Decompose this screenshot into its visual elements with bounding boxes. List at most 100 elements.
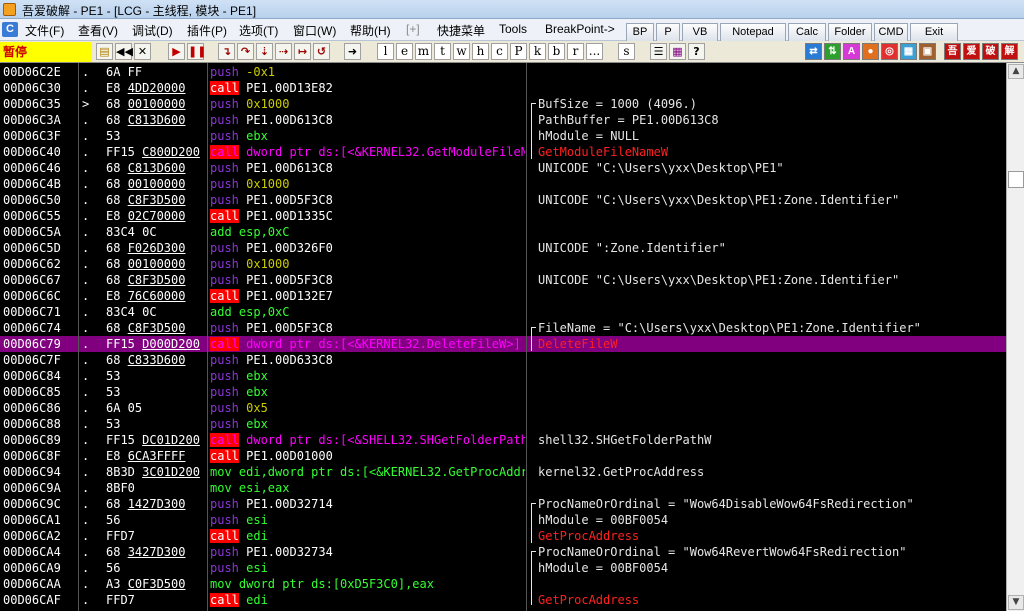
- plugin-vb-button[interactable]: VB: [682, 23, 718, 42]
- disasm-row[interactable]: 00D06C55. E8 02C70000 call PE1.00D1335C: [0, 208, 1006, 224]
- disasm-row[interactable]: 00D06C94. 8B3D 3C01D200 mov edi,dword ptr …: [0, 464, 1006, 480]
- memory-window-button[interactable]: m: [415, 43, 432, 60]
- threads-window-button[interactable]: t: [434, 43, 451, 60]
- target-icon[interactable]: ◎: [881, 43, 898, 60]
- plugin-cmd-button[interactable]: CMD: [874, 23, 908, 42]
- source-window-button[interactable]: s: [618, 43, 635, 60]
- disasm-row[interactable]: 00D06C5A. 83C4 0C add esp,0xC: [0, 224, 1006, 240]
- cpu-window-button[interactable]: c: [491, 43, 508, 60]
- patches-window-button[interactable]: P: [510, 43, 527, 60]
- plugin-bp-button[interactable]: BP: [626, 23, 654, 42]
- close-icon[interactable]: ✕: [134, 43, 151, 60]
- handles-window-button[interactable]: h: [472, 43, 489, 60]
- grid-icon[interactable]: ▦: [900, 43, 917, 60]
- menu-window[interactable]: 窗口(W): [293, 22, 336, 39]
- call-stack-window-button[interactable]: k: [529, 43, 546, 60]
- plugin-calc-button[interactable]: Calc: [788, 23, 826, 42]
- disasm-row[interactable]: 00D06C46. 68 C813D600 push PE1.00D613C8 UNI…: [0, 160, 1006, 176]
- disasm-row[interactable]: 00D06C40. FF15 C800D200 call dword ptr ds:…: [0, 144, 1006, 160]
- disasm-row[interactable]: 00D06C3A. 68 C813D600 push PE1.00D613C8 Pat…: [0, 112, 1006, 128]
- vertical-scrollbar[interactable]: ▲ ▼: [1006, 63, 1024, 611]
- refresh-icon[interactable]: ⇄: [805, 43, 822, 60]
- scroll-thumb[interactable]: [1008, 171, 1024, 188]
- help-icon[interactable]: ?: [688, 43, 705, 60]
- step-into-icon[interactable]: ↴: [218, 43, 235, 60]
- disasm-row[interactable]: 00D06C79. FF15 D000D200 call dword ptr ds:…: [0, 336, 1006, 352]
- step-over-icon[interactable]: ↷: [237, 43, 254, 60]
- disasm-row[interactable]: 00D06C6C. E8 76C60000 call PE1.00D132E7: [0, 288, 1006, 304]
- menu-view[interactable]: 查看(V): [78, 22, 118, 39]
- disasm-row[interactable]: 00D06C30. E8 4DD20000 call PE1.00D13E82: [0, 80, 1006, 96]
- disasm-row[interactable]: 00D06C5D. 68 F026D300 push PE1.00D326F0 UNI…: [0, 240, 1006, 256]
- menu-file[interactable]: 文件(F): [25, 22, 64, 39]
- sync-icon[interactable]: ⇅: [824, 43, 841, 60]
- logo-po-icon[interactable]: 破: [982, 43, 999, 60]
- execute-till-return-icon[interactable]: ↦: [294, 43, 311, 60]
- disasm-row[interactable]: 00D06CA4. 68 3427D300 push PE1.00D32734 Pro…: [0, 544, 1006, 560]
- windows-window-button[interactable]: w: [453, 43, 470, 60]
- disasm-row[interactable]: 00D06C85. 53 push ebx: [0, 384, 1006, 400]
- disasm-row[interactable]: 00D06C84. 53 push ebx: [0, 368, 1006, 384]
- hex-icon[interactable]: ▣: [919, 43, 936, 60]
- animate-icon[interactable]: ↺: [313, 43, 330, 60]
- menu-shortcuts[interactable]: 快捷菜单: [437, 22, 485, 39]
- plugin-exit-button[interactable]: Exit: [910, 23, 958, 42]
- trace-into-icon[interactable]: ⇣: [256, 43, 273, 60]
- modules-window-button[interactable]: e: [396, 43, 413, 60]
- menu-help[interactable]: 帮助(H): [350, 22, 391, 39]
- menu-options[interactable]: 选项(T): [239, 22, 278, 39]
- trace-over-icon[interactable]: ⇢: [275, 43, 292, 60]
- record-icon[interactable]: ●: [862, 43, 879, 60]
- disasm-row[interactable]: 00D06C50. 68 C8F3D500 push PE1.00D5F3C8 UNI…: [0, 192, 1006, 208]
- disasm-row[interactable]: 00D06CAF. FFD7 call edi GetProcAddress: [0, 592, 1006, 608]
- disasm-row[interactable]: 00D06C9C. 68 1427D300 push PE1.00D32714 Pro…: [0, 496, 1006, 512]
- disasm-row[interactable]: 00D06C2E. 6A FF push -0x1: [0, 64, 1006, 80]
- disasm-row[interactable]: 00D06C74. 68 C8F3D500 push PE1.00D5F3C8 Fil…: [0, 320, 1006, 336]
- disasm-row[interactable]: 00D06CA1. 56 push esi hModule = 00BF0054: [0, 512, 1006, 528]
- disasm-row[interactable]: 00D06C89. FF15 DC01D200 call dword ptr ds:…: [0, 432, 1006, 448]
- run-trace-window-button[interactable]: ...: [586, 43, 603, 60]
- disasm-row[interactable]: 00D06C9A. 8BF0 mov esi,eax: [0, 480, 1006, 496]
- run-icon[interactable]: ▶: [168, 43, 185, 60]
- disasm-row[interactable]: 00D06C35 >68 00100000 push 0x1000 BufSize =…: [0, 96, 1006, 112]
- scroll-up-icon[interactable]: ▲: [1008, 64, 1024, 79]
- disassembly-listing[interactable]: 00D06C2E. 6A FF push -0x1 00D06C30. E8 4DD20…: [0, 63, 1006, 611]
- disasm-row[interactable]: 00D06C8F. E8 6CA3FFFF call PE1.00D01000: [0, 448, 1006, 464]
- disasm-row[interactable]: 00D06C71. 83C4 0C add esp,0xC: [0, 304, 1006, 320]
- references-window-button[interactable]: r: [567, 43, 584, 60]
- plugin-folder-button[interactable]: Folder: [828, 23, 872, 42]
- breakpoints-window-button[interactable]: b: [548, 43, 565, 60]
- debug-options-icon[interactable]: ▦: [669, 43, 686, 60]
- menu-debug[interactable]: 调试(D): [132, 22, 173, 39]
- disasm-row[interactable]: 00D06C86. 6A 05 push 0x5: [0, 400, 1006, 416]
- disasm-row[interactable]: 00D06C4B. 68 00100000 push 0x1000: [0, 176, 1006, 192]
- menu-breakpoint[interactable]: BreakPoint->: [545, 22, 615, 36]
- mdi-icon[interactable]: C: [2, 22, 18, 37]
- plugin-p-button[interactable]: P: [656, 23, 680, 42]
- logo-ai-icon[interactable]: 爱: [963, 43, 980, 60]
- disasm-row[interactable]: 00D06C88. 53 push ebx: [0, 416, 1006, 432]
- disasm-row[interactable]: 00D06C62. 68 00100000 push 0x1000: [0, 256, 1006, 272]
- logo-wu-icon[interactable]: 吾: [944, 43, 961, 60]
- goto-icon[interactable]: ➜: [344, 43, 361, 60]
- scroll-down-icon[interactable]: ▼: [1008, 595, 1024, 610]
- row-comment: shell32.SHGetFolderPathW: [538, 433, 712, 447]
- disasm-row[interactable]: 00D06CAA. A3 C0F3D500 mov dword ptr ds:[0x…: [0, 576, 1006, 592]
- pause-icon[interactable]: ❚❚: [187, 43, 206, 60]
- plugin-notepad-button[interactable]: Notepad: [720, 23, 786, 42]
- disasm-row[interactable]: 00D06C7F. 68 C833D600 push PE1.00D633C8: [0, 352, 1006, 368]
- menu-plugins[interactable]: 插件(P): [187, 22, 227, 39]
- log-window-button[interactable]: l: [377, 43, 394, 60]
- logo-jie-icon[interactable]: 解: [1001, 43, 1018, 60]
- restart-icon[interactable]: ◀◀: [115, 43, 133, 60]
- menu-add[interactable]: [+]: [406, 22, 420, 36]
- disasm-row[interactable]: 00D06CA2. FFD7 call edi GetProcAddress: [0, 528, 1006, 544]
- disasm-row[interactable]: 00D06CA9. 56 push esi hModule = 00BF0054: [0, 560, 1006, 576]
- disasm-row[interactable]: 00D06C67. 68 C8F3D500 push PE1.00D5F3C8 UNI…: [0, 272, 1006, 288]
- menu-tools[interactable]: Tools: [499, 22, 527, 36]
- row-operand: PE1.00D32734: [238, 545, 333, 559]
- disasm-row[interactable]: 00D06C3F. 53 push ebx hModule = NULL: [0, 128, 1006, 144]
- a-icon[interactable]: A: [843, 43, 860, 60]
- open-icon[interactable]: ▤: [96, 43, 113, 60]
- appearance-icon[interactable]: ☰: [650, 43, 667, 60]
